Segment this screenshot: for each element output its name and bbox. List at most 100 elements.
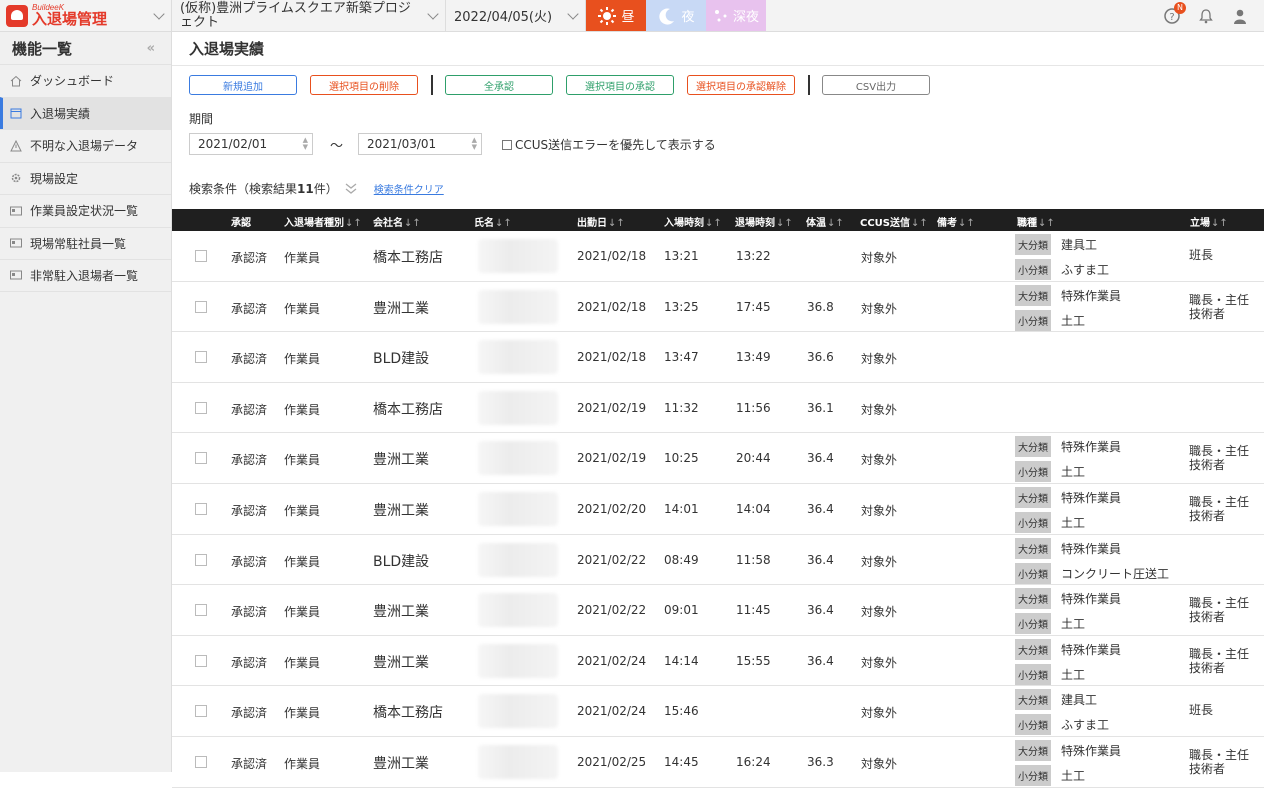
table-row[interactable]: 承認済 作業員 橋本工務店 2021/02/19 11:32 11:56 36.1 対象外 <box>172 383 1264 434</box>
cell-out-time: 15:55 <box>736 653 771 668</box>
header-in-time[interactable]: 入場時刻↓↑ <box>664 214 722 229</box>
header-company[interactable]: 会社名↓↑ <box>373 214 421 229</box>
warning-icon <box>10 139 22 152</box>
date-to-value: 2021/03/01 <box>367 137 437 151</box>
cell-company: 橋本工務店 <box>373 705 443 722</box>
date-to-input[interactable]: 2021/03/01 ▲ ▼ <box>358 133 482 155</box>
cell-type: 作業員 <box>284 605 321 620</box>
minor-value: 土工 <box>1061 768 1086 783</box>
approve-all-button[interactable]: 全承認 <box>445 75 553 95</box>
cell-in-time: 14:14 <box>664 653 699 668</box>
row-checkbox[interactable] <box>195 300 207 313</box>
sidebar-item-resident-staff[interactable]: 現場常駐社員一覧 <box>0 226 171 260</box>
minor-value: 土工 <box>1061 313 1086 328</box>
sidebar-item-label: 不明な入退場データ <box>30 139 139 154</box>
table-row[interactable]: 承認済 作業員 豊洲工業 2021/02/25 14:45 16:24 36.3 対象外 大分類… <box>172 737 1264 788</box>
table-row[interactable]: 承認済 作業員 豊洲工業 2021/02/24 14:14 15:55 36.4 対象外 大分類… <box>172 636 1264 687</box>
bell-icon[interactable] <box>1198 8 1214 24</box>
spinner-icon[interactable]: ▲ ▼ <box>472 137 477 151</box>
header-approval: 承認 <box>231 218 251 229</box>
calendar-icon <box>10 108 22 119</box>
delete-selected-button[interactable]: 選択項目の削除 <box>310 75 418 95</box>
cell-out-time: 11:56 <box>736 400 771 415</box>
header-date[interactable]: 出勤日↓↑ <box>577 214 625 229</box>
checkbox[interactable] <box>502 139 512 150</box>
major-tag: 大分類 <box>1015 638 1051 660</box>
brand-text: BuildeeK 入退場管理 <box>32 4 107 27</box>
header-name[interactable]: 氏名↓↑ <box>474 214 512 229</box>
sidebar-item-unknown-data[interactable]: 不明な入退場データ <box>0 129 171 162</box>
cell-type: 作業員 <box>284 301 321 316</box>
sidebar-item-worker-settings[interactable]: 作業員設定状況一覧 <box>0 194 171 227</box>
chevron-down-icon <box>427 8 439 20</box>
double-chevron-down-icon[interactable] <box>344 182 358 195</box>
cell-out-time: 11:45 <box>736 603 771 618</box>
unapprove-selected-button[interactable]: 選択項目の承認解除 <box>687 75 795 95</box>
row-checkbox[interactable] <box>195 755 207 768</box>
sidebar-item-dashboard[interactable]: ダッシュボード <box>0 64 171 97</box>
header-temp[interactable]: 体温↓↑ <box>806 214 844 229</box>
header-job[interactable]: 職種↓↑ <box>1017 214 1055 229</box>
table-row[interactable]: 承認済 作業員 BLD建設 2021/02/22 08:49 11:58 36.4 対象外 大分… <box>172 535 1264 586</box>
header-ccus[interactable]: CCUS送信↓↑ <box>860 214 928 229</box>
table-row[interactable]: 承認済 作業員 BLD建設 2021/02/18 13:47 13:49 36.6 対象外 <box>172 332 1264 383</box>
row-checkbox[interactable] <box>195 604 207 617</box>
minor-value: 土工 <box>1061 515 1086 530</box>
sidebar-item-nonresident[interactable]: 非常駐入退場者一覧 <box>0 259 171 292</box>
row-checkbox[interactable] <box>195 553 207 566</box>
spinner-icon[interactable]: ▲ ▼ <box>303 137 308 151</box>
table-row[interactable]: 承認済 作業員 豊洲工業 2021/02/20 14:01 14:04 36.4 対象外 大分類… <box>172 484 1264 535</box>
table-row[interactable]: 承認済 作業員 豊洲工業 2021/02/19 10:25 20:44 36.4 対象外 大分類… <box>172 433 1264 484</box>
row-checkbox[interactable] <box>195 401 207 414</box>
table-row[interactable]: 承認済 作業員 豊洲工業 2021/02/22 09:01 11:45 36.4 対象外 大分類… <box>172 585 1264 636</box>
row-checkbox[interactable] <box>195 654 207 667</box>
cell-type: 作業員 <box>284 655 321 670</box>
range-separator: ～ <box>330 139 344 154</box>
header-type[interactable]: 入退場者種別↓↑ <box>284 214 362 229</box>
sidebar-item-attendance[interactable]: 入退場実績 <box>0 96 171 129</box>
cell-ccus: 対象外 <box>861 605 898 620</box>
sidebar-item-site-settings[interactable]: 現場設定 <box>0 161 171 195</box>
cell-status: 承認済 <box>231 402 268 417</box>
row-checkbox[interactable] <box>195 502 207 515</box>
table-row[interactable]: 承認済 作業員 橋本工務店 2021/02/18 13:21 13:22 対象外 大分類 建具工… <box>172 231 1264 282</box>
user-icon[interactable] <box>1232 8 1248 24</box>
date-from-input[interactable]: 2021/02/01 ▲ ▼ <box>189 133 313 155</box>
id-card-icon <box>10 270 22 280</box>
major-tag: 大分類 <box>1015 537 1051 559</box>
csv-export-button[interactable]: CSV出力 <box>822 75 930 95</box>
minor-tag: 小分類 <box>1015 613 1051 635</box>
row-checkbox[interactable] <box>195 351 207 364</box>
project-selector[interactable]: (仮称)豊洲プライムスクエア新築プロジェクト <box>172 0 446 31</box>
cell-status: 承認済 <box>231 251 268 265</box>
cell-date: 2021/02/24 <box>577 653 647 668</box>
cell-ccus: 対象外 <box>861 706 898 721</box>
shift-night-button[interactable]: 夜 <box>646 0 706 31</box>
brand-logo-icon <box>6 4 28 27</box>
collapse-icon[interactable]: « <box>147 41 155 56</box>
row-checkbox[interactable] <box>195 250 207 262</box>
ccus-error-priority-checkbox[interactable]: CCUS送信エラーを優先して表示する <box>502 136 716 153</box>
row-checkbox[interactable] <box>195 705 207 718</box>
cell-in-time: 13:25 <box>664 299 699 314</box>
header-notes[interactable]: 備考↓↑ <box>937 214 975 229</box>
clear-search-link[interactable]: 検索条件クリア <box>374 181 444 196</box>
table-row[interactable]: 承認済 作業員 橋本工務店 2021/02/24 15:46 対象外 大分類 建具工 小分類 ふす… <box>172 686 1264 737</box>
cell-status: 承認済 <box>231 554 268 569</box>
table-body: 承認済 作業員 橋本工務店 2021/02/18 13:21 13:22 対象外 大分類 建具工… <box>172 231 1264 788</box>
row-checkbox[interactable] <box>195 452 207 465</box>
shift-day-button[interactable]: 昼 <box>586 0 646 31</box>
approve-selected-button[interactable]: 選択項目の承認 <box>566 75 674 95</box>
stars-icon <box>714 9 727 21</box>
add-new-button[interactable]: 新規追加 <box>189 75 297 95</box>
shift-late-button[interactable]: 深夜 <box>706 0 766 31</box>
header-out-time[interactable]: 退場時刻↓↑ <box>735 214 793 229</box>
cell-type: 作業員 <box>284 453 321 468</box>
date-selector[interactable]: 2022/04/05(火) <box>446 0 586 31</box>
help-icon[interactable]: ? N <box>1164 1 1186 24</box>
header-role[interactable]: 立場↓↑ <box>1190 214 1228 229</box>
cell-out-time: 13:22 <box>736 249 771 263</box>
table-row[interactable]: 承認済 作業員 豊洲工業 2021/02/18 13:25 17:45 36.8 対象外 大分類… <box>172 282 1264 333</box>
redacted-name <box>478 289 558 324</box>
brand-selector[interactable]: BuildeeK 入退場管理 <box>0 0 172 31</box>
